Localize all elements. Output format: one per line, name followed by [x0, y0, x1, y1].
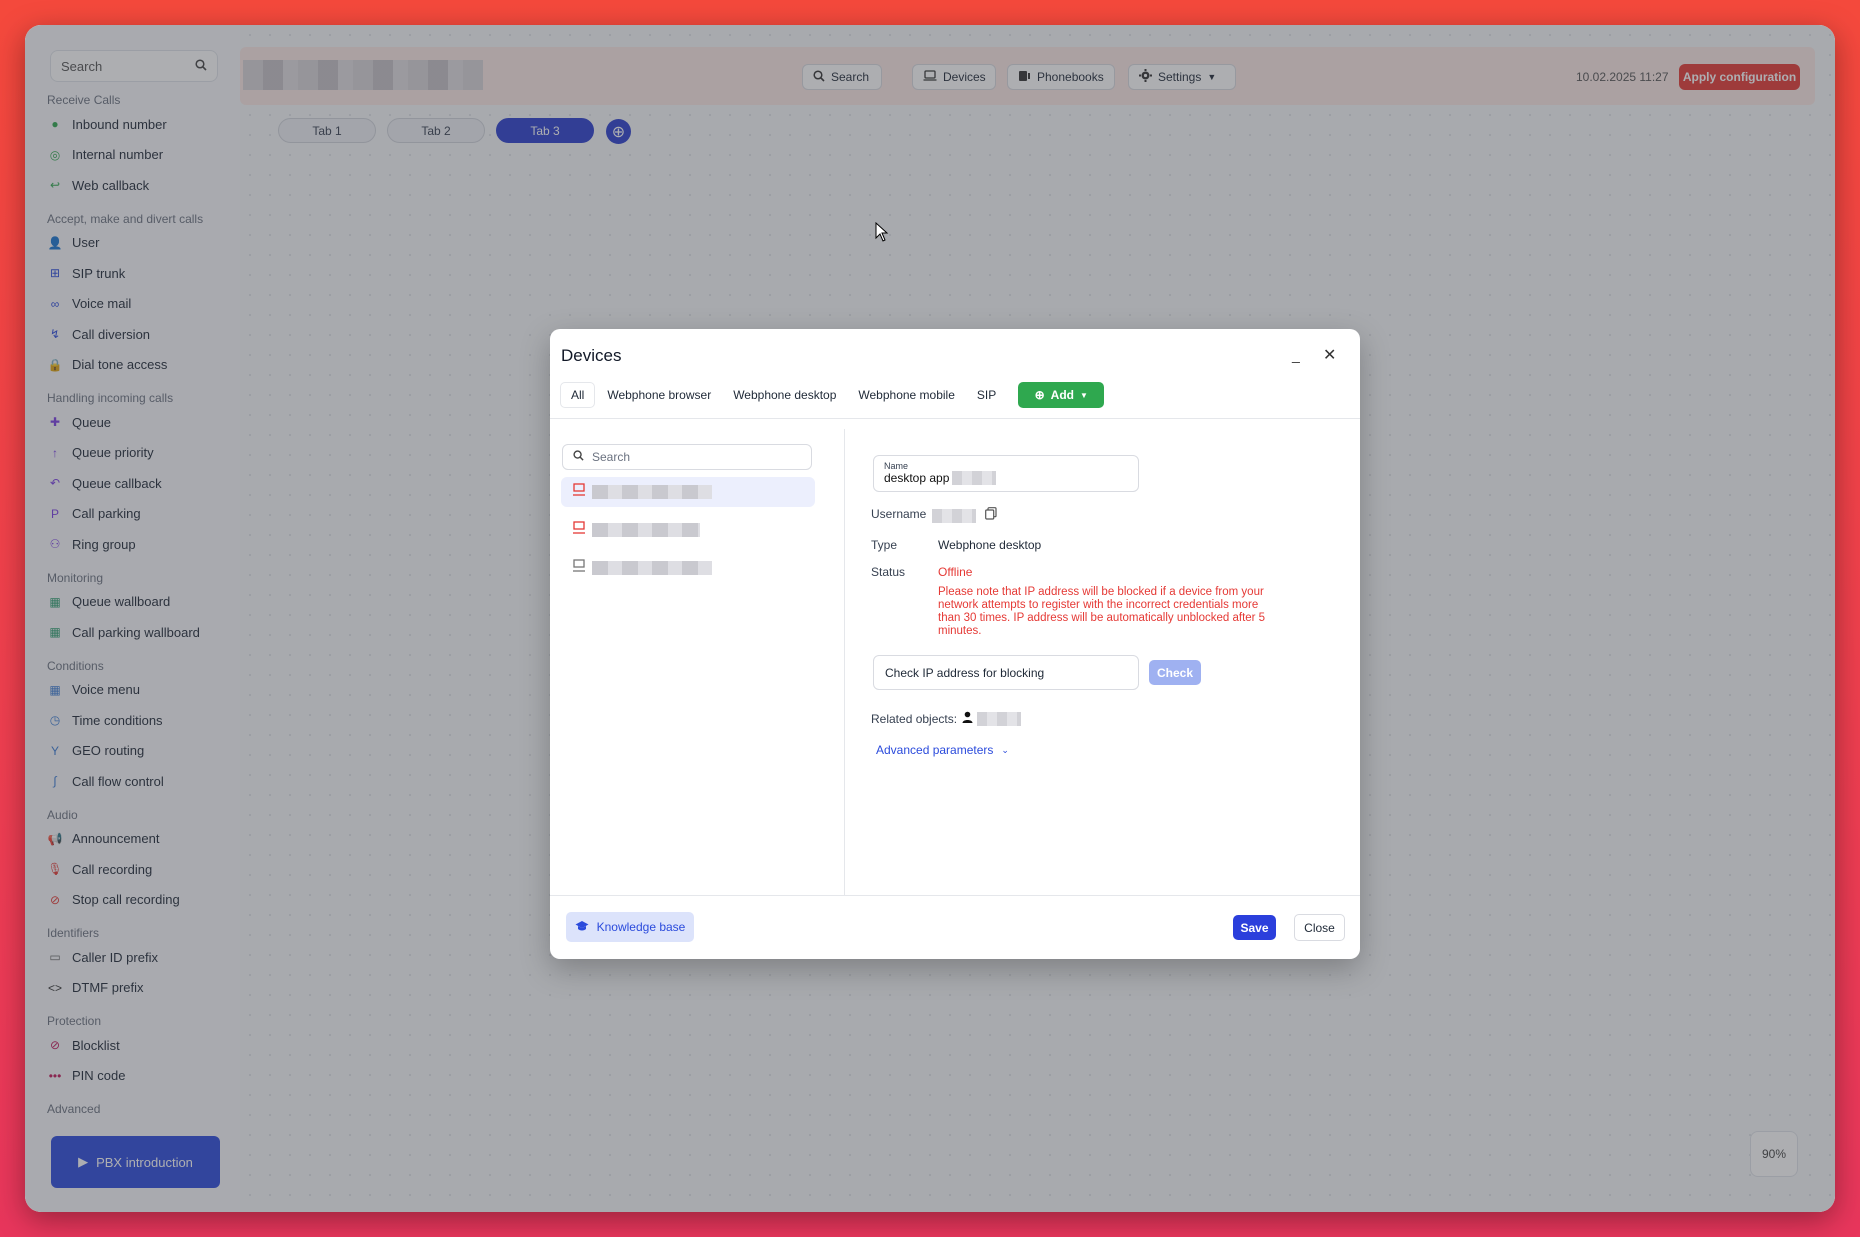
device-list-item[interactable] — [561, 553, 815, 583]
ip-block-warning: Please note that IP address will be bloc… — [938, 586, 1266, 637]
divider — [550, 895, 1360, 896]
name-value: desktop app — [884, 471, 950, 485]
add-device-button[interactable]: ⊕ Add ▼ — [1018, 382, 1105, 408]
devices-dialog: Devices _ ✕ All Webphone browser Webphon… — [550, 329, 1360, 959]
username-redacted — [932, 509, 976, 523]
username-label: Username — [871, 507, 927, 521]
advanced-parameters-toggle[interactable]: Advanced parameters ⌄ — [876, 743, 1009, 757]
device-search-placeholder: Search — [592, 450, 631, 464]
check-button[interactable]: Check — [1149, 660, 1201, 685]
tab-all[interactable]: All — [560, 382, 596, 408]
graduation-cap-icon — [575, 920, 589, 935]
advanced-label: Advanced parameters — [876, 743, 994, 757]
save-button[interactable]: Save — [1233, 915, 1276, 940]
chevron-down-icon: ⌄ — [1001, 744, 1009, 755]
tab-webphone-browser[interactable]: Webphone browser — [597, 382, 721, 408]
minimize-icon[interactable]: _ — [1292, 347, 1300, 363]
chevron-down-icon: ▼ — [1079, 390, 1088, 400]
tab-webphone-desktop[interactable]: Webphone desktop — [723, 382, 846, 408]
device-offline-icon — [572, 482, 586, 502]
close-icon[interactable]: ✕ — [1323, 345, 1336, 365]
name-redacted — [952, 471, 997, 485]
name-value-wrap: desktop app — [884, 471, 1128, 485]
status-label: Status — [871, 565, 906, 579]
knowledge-base-button[interactable]: Knowledge base — [566, 912, 694, 942]
close-button[interactable]: Close — [1294, 914, 1345, 941]
related-objects-label: Related objects: — [871, 712, 958, 726]
user-icon — [962, 710, 973, 728]
device-type-tabs: All Webphone browser Webphone desktop We… — [560, 382, 1105, 408]
device-name-redacted — [592, 561, 712, 575]
tab-webphone-mobile[interactable]: Webphone mobile — [848, 382, 965, 408]
related-object-redacted — [977, 712, 1021, 726]
add-label: Add — [1050, 388, 1074, 402]
device-search-input[interactable]: Search — [562, 444, 812, 470]
search-icon — [573, 450, 584, 464]
related-object[interactable] — [962, 710, 1021, 728]
plus-circle-icon: ⊕ — [1034, 388, 1045, 402]
knowledge-base-label: Knowledge base — [596, 920, 686, 934]
device-list-item[interactable] — [561, 515, 815, 545]
device-icon — [572, 558, 586, 578]
app-window: Search Receive Calls ● Inbound number ◎ Inte… — [25, 25, 1835, 1212]
name-label: Name — [884, 461, 909, 471]
dialog-title: Devices — [561, 346, 622, 365]
type-value: Webphone desktop — [938, 538, 1042, 552]
type-label: Type — [871, 538, 898, 552]
device-name-field[interactable]: Name desktop app — [873, 455, 1139, 492]
tab-sip[interactable]: SIP — [967, 382, 1006, 408]
divider — [550, 418, 1360, 419]
username-value — [932, 507, 997, 525]
copy-icon[interactable] — [985, 507, 997, 525]
device-name-redacted — [592, 523, 700, 537]
mouse-cursor-icon — [875, 221, 889, 247]
device-offline-icon — [572, 520, 586, 540]
status-value: Offline — [938, 565, 973, 579]
ip-check-input[interactable]: Check IP address for blocking — [873, 655, 1139, 690]
device-name-redacted — [592, 485, 712, 499]
device-list-item[interactable] — [561, 477, 815, 507]
divider — [844, 429, 845, 896]
